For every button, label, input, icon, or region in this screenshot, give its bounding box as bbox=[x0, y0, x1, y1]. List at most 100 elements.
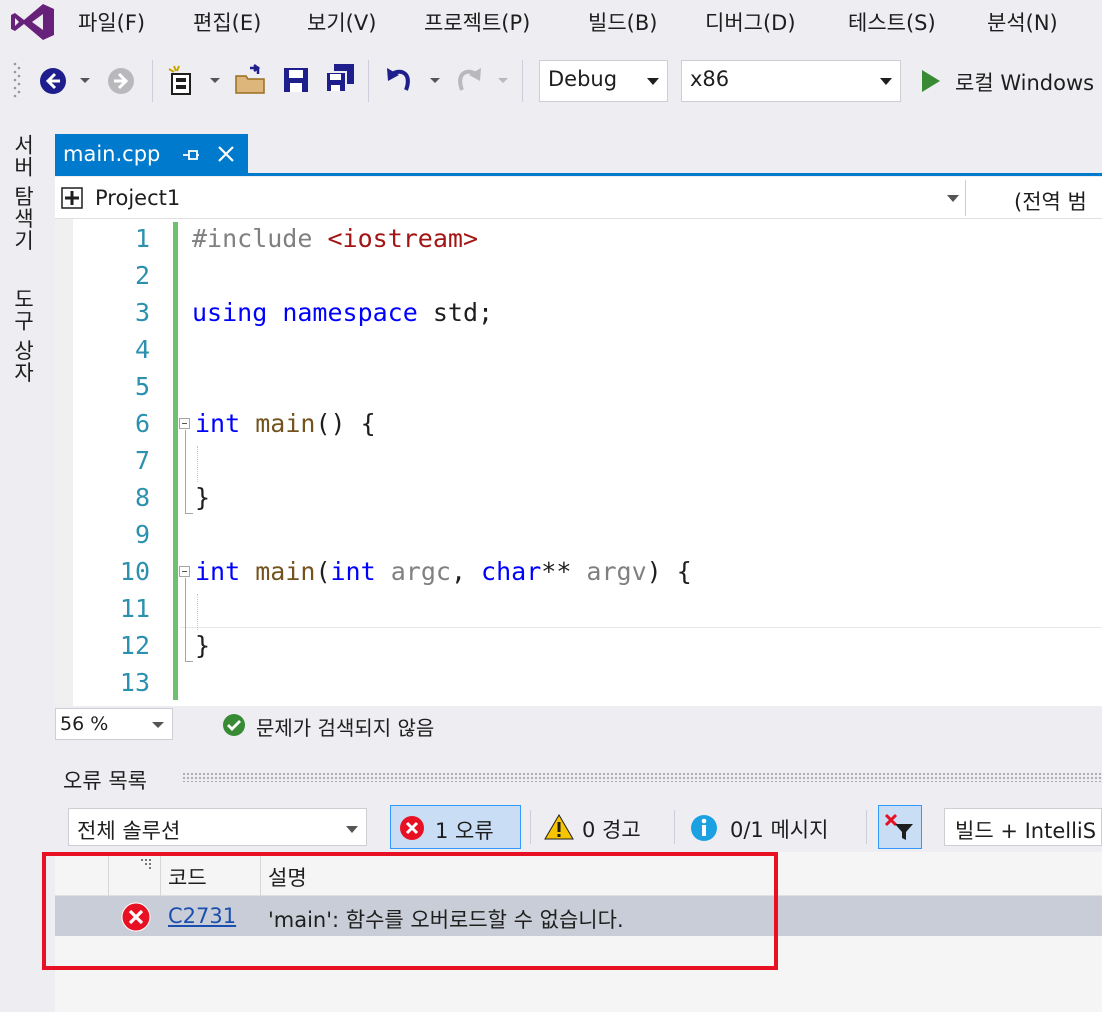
build-source-select[interactable]: 빌드 + IntelliS bbox=[944, 808, 1102, 846]
messages-filter-button[interactable]: 0/1 메시지 bbox=[684, 805, 859, 849]
line-number: 6 bbox=[134, 409, 150, 438]
line-number: 2 bbox=[134, 261, 150, 290]
issues-status[interactable]: 문제가 검색되지 않음 bbox=[256, 712, 434, 741]
menu-edit[interactable]: 편집(E) bbox=[193, 7, 261, 37]
code-line: using namespace std; bbox=[192, 298, 494, 327]
project-name: Project1 bbox=[95, 186, 181, 210]
chevron-down-icon bbox=[880, 78, 892, 85]
new-dropdown-icon[interactable] bbox=[208, 76, 222, 86]
menu-debug[interactable]: 디버그(D) bbox=[705, 7, 796, 37]
code-editor[interactable] bbox=[55, 219, 1102, 706]
outline-guide bbox=[185, 578, 186, 662]
toolbar-separator bbox=[368, 60, 369, 102]
scope-value: (전역 범 bbox=[1014, 190, 1087, 214]
redo-dropdown-icon[interactable] bbox=[496, 76, 510, 86]
navigate-forward-icon[interactable] bbox=[106, 66, 136, 96]
outline-guide bbox=[185, 430, 186, 514]
chevron-down-icon bbox=[152, 722, 164, 728]
menu-build[interactable]: 빌드(B) bbox=[588, 7, 657, 37]
open-file-icon[interactable] bbox=[234, 64, 268, 96]
menu-view[interactable]: 보기(V) bbox=[307, 7, 376, 37]
pin-icon[interactable] bbox=[181, 146, 201, 164]
code-line: #include <iostream> bbox=[192, 224, 478, 253]
menu-bar bbox=[0, 0, 1102, 44]
errors-filter-button[interactable]: 1 오류 bbox=[390, 805, 521, 849]
outline-guide-end bbox=[185, 513, 193, 514]
save-all-icon[interactable] bbox=[324, 62, 356, 94]
code-line: int main() { bbox=[195, 409, 376, 438]
change-tracking-bar bbox=[173, 222, 178, 700]
project-select[interactable]: Project1 bbox=[55, 180, 966, 216]
toolbar-separator bbox=[674, 810, 675, 844]
selection-margin bbox=[55, 219, 73, 706]
code-line: int main(int argc, char** argv) { bbox=[195, 557, 692, 586]
visual-studio-logo-icon bbox=[11, 4, 54, 40]
collapse-toggle-icon[interactable] bbox=[179, 418, 190, 429]
chevron-down-icon bbox=[947, 195, 959, 202]
code-line: } bbox=[195, 483, 211, 512]
line-number: 9 bbox=[134, 520, 150, 549]
scope-filter-select[interactable]: 전체 솔루션 bbox=[68, 808, 367, 846]
errors-count-label: 1 오류 bbox=[435, 819, 494, 843]
server-explorer-tab[interactable]: 서버 탐색기 bbox=[8, 134, 38, 252]
scope-filter-value: 전체 솔루션 bbox=[77, 819, 181, 843]
panel-grip[interactable] bbox=[182, 772, 1102, 782]
toolbox-tab[interactable]: 도구 상자 bbox=[8, 288, 38, 384]
chevron-down-icon bbox=[647, 78, 659, 85]
toolbar-separator bbox=[530, 810, 531, 844]
indent-guide bbox=[197, 446, 198, 482]
toolbar-separator bbox=[866, 810, 867, 844]
project-icon bbox=[61, 187, 83, 209]
line-number: 3 bbox=[134, 298, 150, 327]
close-icon[interactable] bbox=[217, 145, 235, 163]
chevron-down-icon bbox=[346, 826, 358, 833]
line-number: 8 bbox=[134, 483, 150, 512]
error-list-title: 오류 목록 bbox=[63, 769, 147, 793]
info-icon bbox=[691, 815, 717, 841]
start-debugging-button[interactable]: 로컬 Windows bbox=[955, 67, 1094, 97]
filter-icon bbox=[884, 813, 913, 840]
zoom-select[interactable]: 56 % bbox=[55, 708, 173, 740]
platform-value: x86 bbox=[690, 67, 730, 91]
outline-guide-end bbox=[185, 661, 193, 662]
build-source-value: 빌드 + IntelliS bbox=[955, 819, 1097, 843]
document-tab-label: main.cpp bbox=[63, 142, 161, 166]
back-dropdown-icon[interactable] bbox=[78, 76, 92, 86]
line-number: 10 bbox=[119, 557, 150, 586]
toolbar-separator bbox=[152, 60, 153, 102]
new-project-icon[interactable] bbox=[166, 64, 198, 98]
toolbar-separator bbox=[522, 60, 523, 102]
configuration-select[interactable]: Debug bbox=[539, 60, 668, 102]
menu-project[interactable]: 프로젝트(P) bbox=[424, 7, 530, 37]
line-number: 1 bbox=[134, 224, 150, 253]
undo-dropdown-icon[interactable] bbox=[428, 76, 442, 86]
redo-icon[interactable] bbox=[452, 64, 484, 96]
warning-icon bbox=[544, 814, 574, 840]
scope-select[interactable]: (전역 범 bbox=[976, 180, 1102, 216]
toolbar-grip-icon bbox=[13, 62, 21, 98]
warnings-count-label: 0 경고 bbox=[582, 818, 641, 842]
line-number: 11 bbox=[119, 594, 150, 623]
collapse-toggle-icon[interactable] bbox=[179, 566, 190, 577]
filter-toggle-button[interactable] bbox=[878, 805, 922, 849]
line-number: 13 bbox=[119, 668, 150, 697]
menu-file[interactable]: 파일(F) bbox=[78, 7, 145, 37]
document-tab-main-cpp[interactable]: main.cpp bbox=[55, 134, 248, 174]
line-number: 5 bbox=[134, 372, 150, 401]
menu-analyze[interactable]: 분석(N) bbox=[987, 7, 1058, 37]
code-line: } bbox=[195, 631, 211, 660]
line-number: 7 bbox=[134, 446, 150, 475]
navigate-back-icon[interactable] bbox=[38, 66, 68, 96]
save-icon[interactable] bbox=[282, 66, 310, 94]
undo-icon[interactable] bbox=[384, 64, 416, 96]
annotation-highlight-box bbox=[42, 852, 778, 970]
menu-test[interactable]: 테스트(S) bbox=[848, 7, 936, 37]
zoom-value: 56 % bbox=[60, 713, 109, 735]
warnings-filter-button[interactable]: 0 경고 bbox=[540, 805, 665, 849]
editor-status-row bbox=[55, 706, 1102, 742]
platform-select[interactable]: x86 bbox=[681, 60, 901, 102]
line-number: 12 bbox=[119, 631, 150, 660]
start-debugging-icon[interactable] bbox=[920, 68, 942, 94]
tab-strip-underline bbox=[55, 173, 1102, 176]
indent-guide bbox=[197, 594, 198, 630]
